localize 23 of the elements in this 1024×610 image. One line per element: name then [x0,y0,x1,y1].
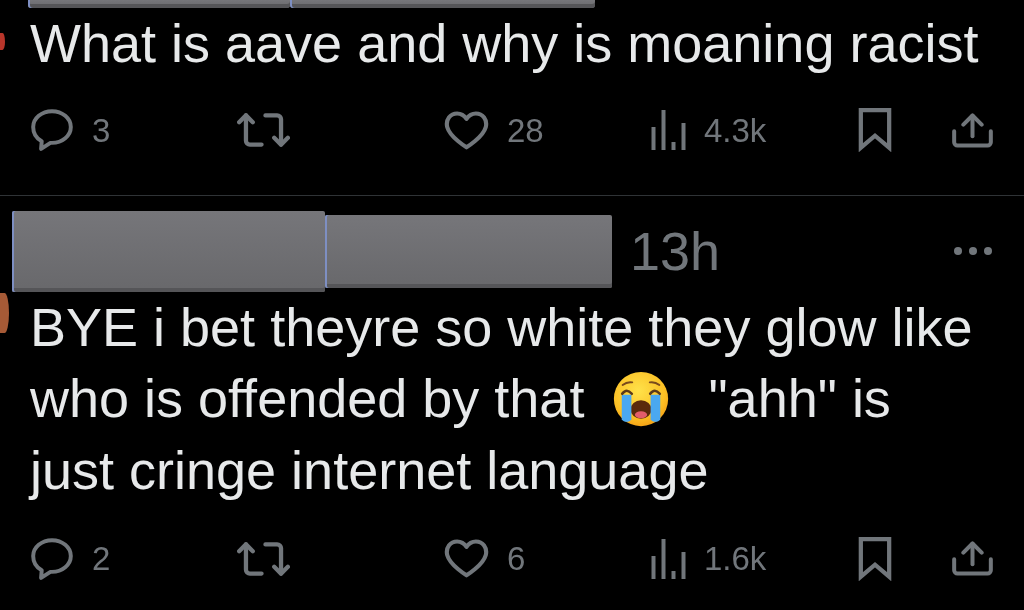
avatar[interactable] [0,33,5,50]
bookmark-icon[interactable] [858,536,892,581]
avatar[interactable] [0,292,9,333]
reply-button[interactable]: 2 [30,537,111,580]
post-time: 13h [630,224,721,278]
share-icon[interactable] [952,541,993,576]
views-button[interactable]: 1.6k [651,538,767,579]
share-icon[interactable] [952,112,993,148]
post-text: BYE i bet theyre so white they glow like who is offended by that "ahh" is just cringe internet language [30,295,974,502]
bar-chart-icon [651,110,686,150]
speech-bubble-icon [30,537,74,580]
cycle-arrows-icon[interactable] [237,541,290,576]
speech-bubble-icon [30,109,74,151]
bookmark-icon[interactable] [858,108,892,152]
cycle-arrows-icon[interactable] [237,113,290,147]
like-button[interactable]: 6 [444,539,526,578]
crying-face-icon [613,371,670,427]
views-button[interactable]: 4.3k [651,110,767,150]
reply-button[interactable]: 3 [30,109,111,151]
post-text: What is aave and why is moaning racist [30,12,980,75]
bar-chart-icon [651,538,686,579]
more-icon[interactable] [954,247,992,255]
like-button[interactable]: 28 [444,110,544,150]
